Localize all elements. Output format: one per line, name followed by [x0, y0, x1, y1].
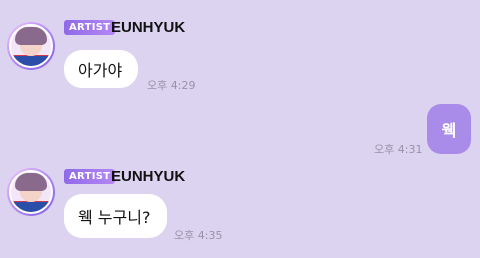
message-time: 오후 4:29 — [147, 79, 196, 92]
message-text: 웩 — [441, 121, 457, 140]
message-bubble[interactable]: 웩 누구니? — [64, 194, 167, 238]
sender-name[interactable]: EUNHYUK — [111, 168, 185, 185]
artist-badge: ARTIST — [64, 20, 116, 35]
artist-avatar-icon — [9, 24, 53, 68]
artist-avatar-icon — [9, 170, 53, 214]
avatar[interactable] — [7, 22, 55, 70]
own-message-bubble[interactable]: 웩 — [427, 104, 471, 154]
message-time: 오후 4:35 — [174, 229, 223, 242]
message-bubble[interactable]: 아가야 — [64, 50, 138, 88]
message-time: 오후 4:31 — [374, 143, 423, 156]
message-text: 아가야 — [78, 61, 123, 80]
artist-badge: ARTIST — [64, 169, 116, 184]
avatar[interactable] — [7, 168, 55, 216]
message-text: 웩 누구니? — [78, 208, 151, 227]
sender-name[interactable]: EUNHYUK — [111, 19, 185, 36]
